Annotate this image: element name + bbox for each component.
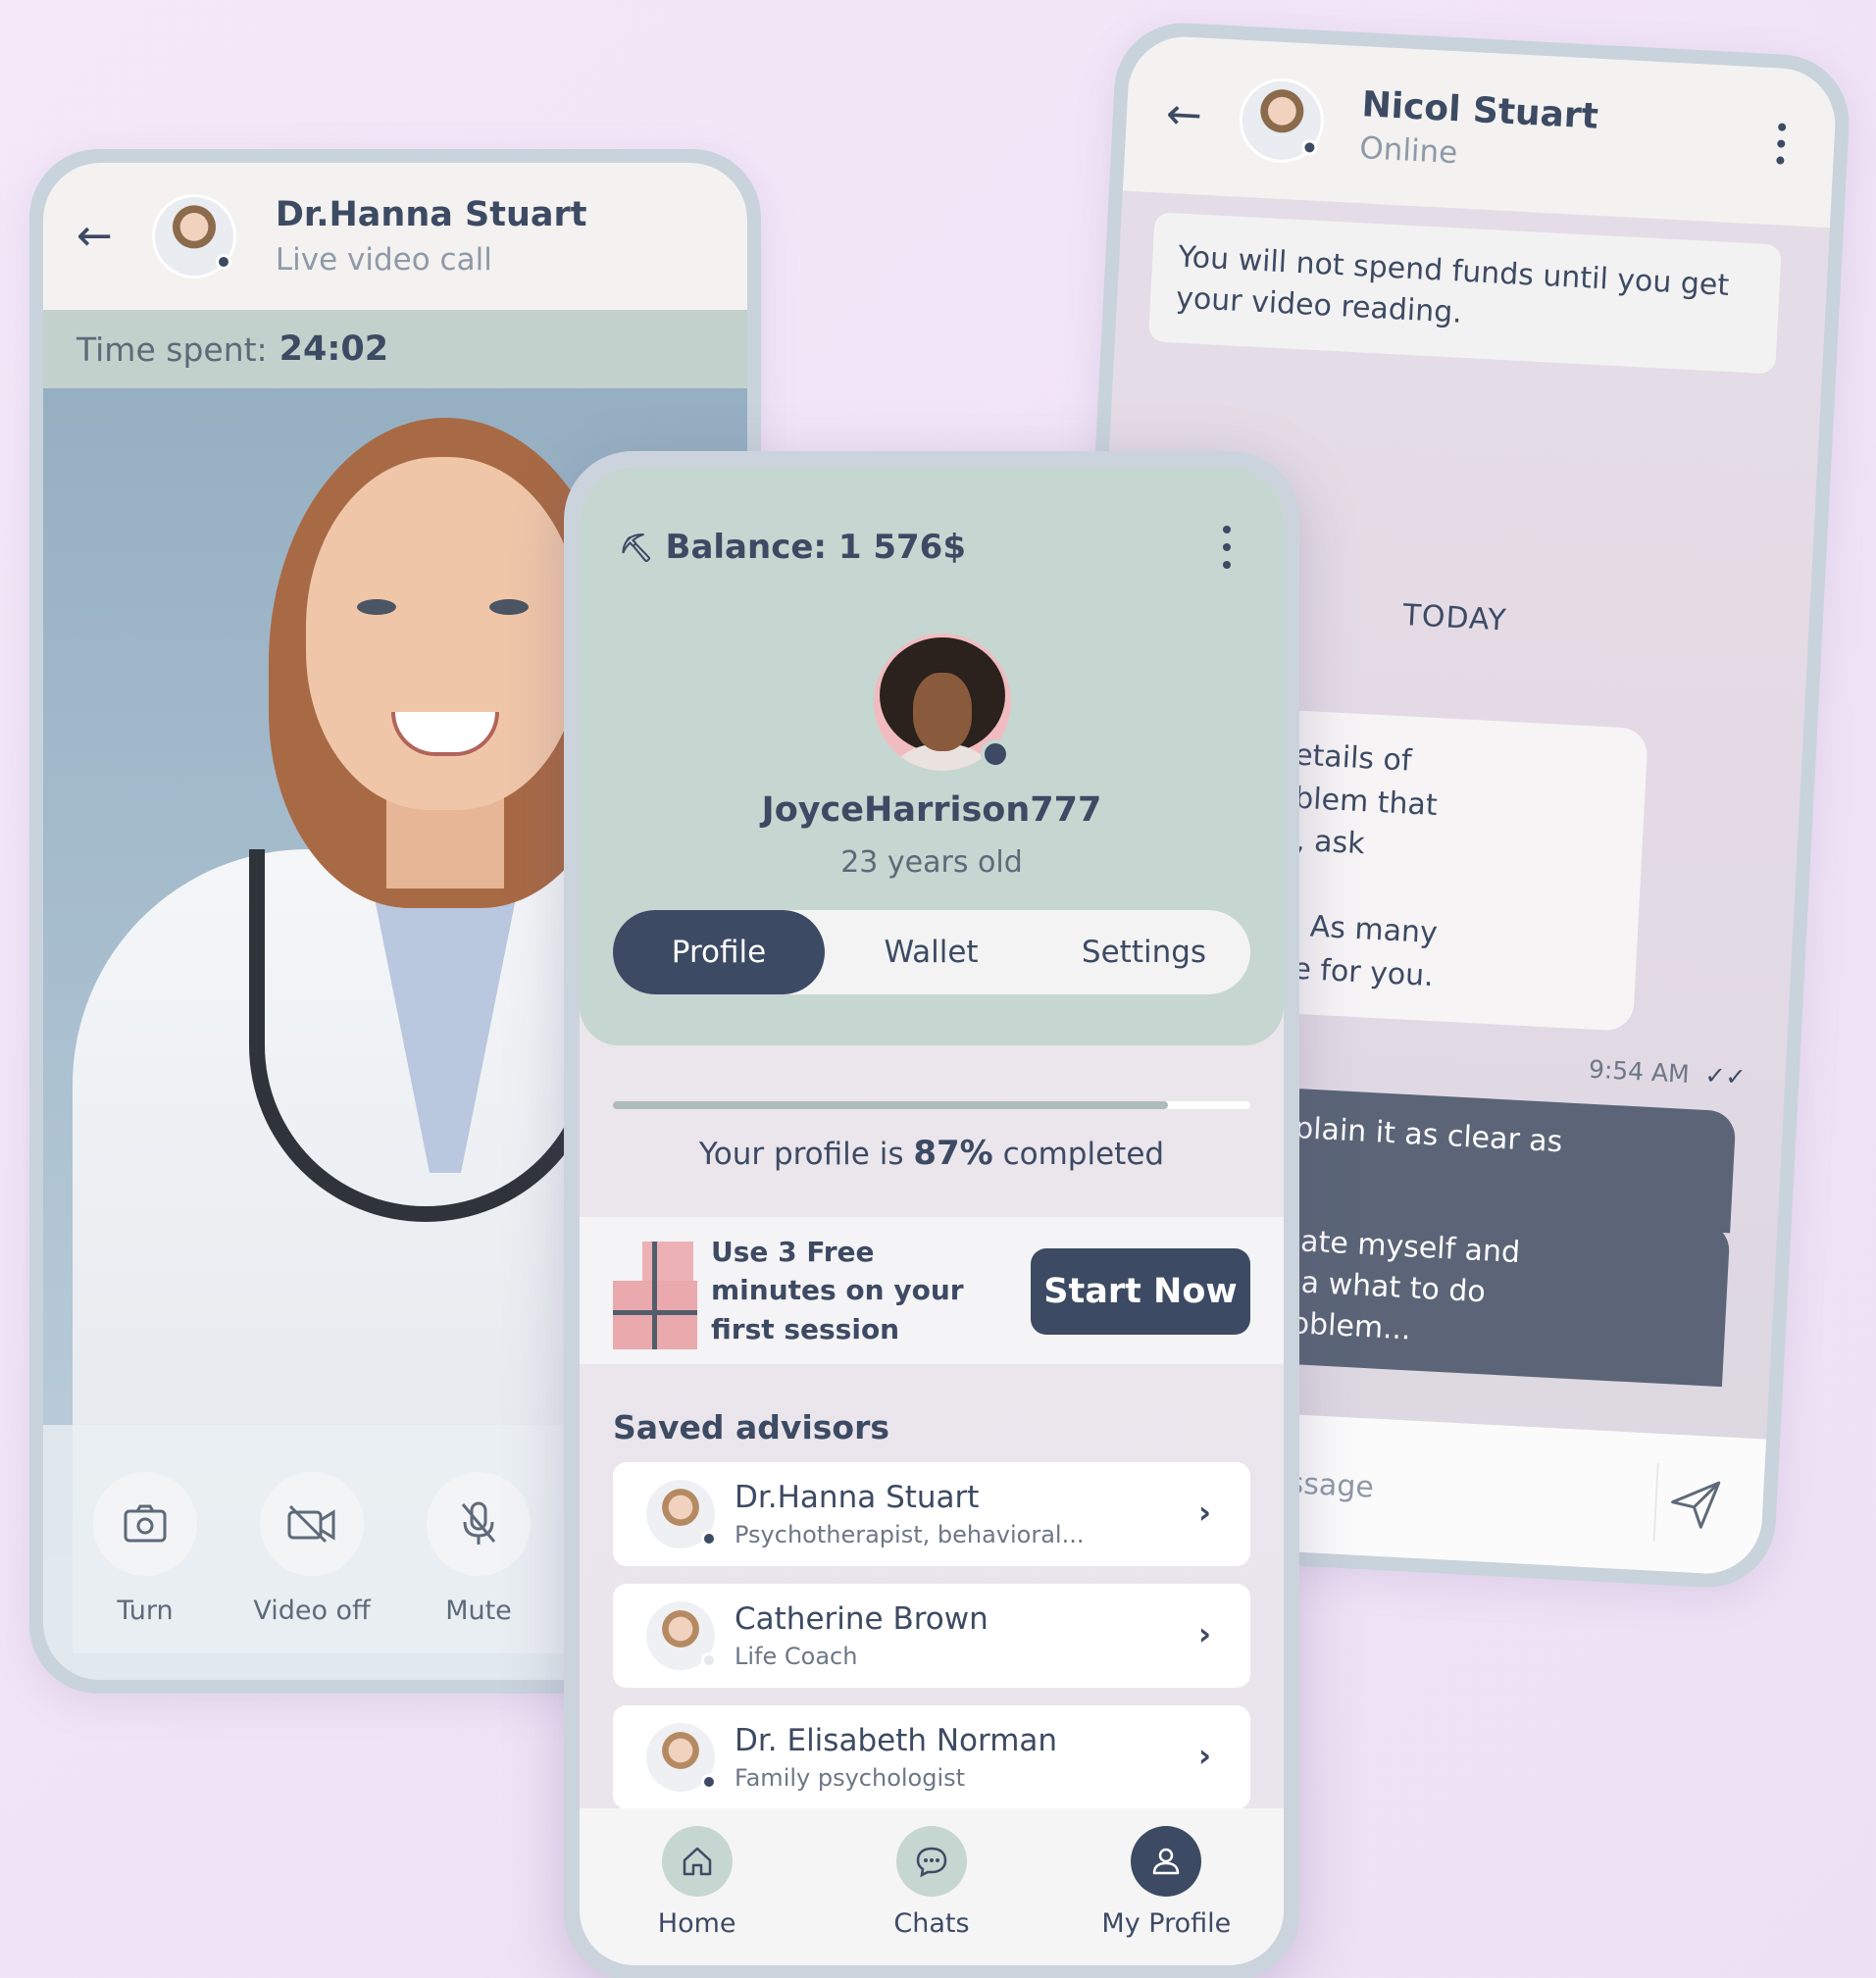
nav-my-profile[interactable]: My Profile xyxy=(1088,1826,1244,1965)
bottom-navigation: Home Chats My Profile xyxy=(580,1808,1284,1965)
tab-settings[interactable]: Settings xyxy=(1038,910,1250,994)
profile-completion-text: Your profile is 87% completed xyxy=(580,1134,1284,1173)
advisor-name: Dr. Elisabeth Norman xyxy=(735,1723,1058,1758)
contact-name: Nicol Stuart xyxy=(1360,83,1599,137)
turn-label: Turn xyxy=(117,1596,174,1626)
avatar xyxy=(646,1480,717,1548)
offline-status-dot xyxy=(701,1652,717,1668)
chat-header: ← Nicol Stuart Online xyxy=(1122,33,1839,228)
more-options-icon[interactable] xyxy=(1223,526,1231,569)
completion-prefix: Your profile is xyxy=(698,1137,904,1172)
send-icon[interactable] xyxy=(1652,1462,1736,1546)
contact-status: Online xyxy=(1358,129,1459,171)
video-off-icon[interactable] xyxy=(260,1472,364,1576)
chevron-right-icon[interactable]: › xyxy=(1198,1494,1211,1531)
timestamp-text: 9:54 AM xyxy=(1588,1054,1691,1089)
mute-label: Mute xyxy=(445,1596,512,1626)
message-timestamp: 9:54 AM ✓✓ xyxy=(1588,1055,1747,1091)
back-arrow-icon[interactable]: ← xyxy=(76,215,113,258)
chat-bubble-icon[interactable] xyxy=(895,1826,967,1897)
online-status-dot xyxy=(701,1531,717,1547)
call-status: Live video call xyxy=(275,242,492,278)
promo-text: Use 3 Free minutes on your first session xyxy=(711,1236,964,1345)
advisor-name: Catherine Brown xyxy=(735,1601,989,1637)
online-status-dot xyxy=(701,1774,717,1790)
time-spent-value: 24:02 xyxy=(279,330,389,369)
user-icon[interactable] xyxy=(1131,1826,1202,1897)
doctor-eye xyxy=(357,599,396,615)
tab-wallet[interactable]: Wallet xyxy=(825,910,1038,994)
double-check-icon: ✓✓ xyxy=(1703,1060,1748,1091)
nav-my-profile-label: My Profile xyxy=(1101,1908,1232,1939)
start-now-button[interactable]: Start Now xyxy=(1031,1248,1250,1335)
nav-chats-label: Chats xyxy=(893,1908,970,1939)
progress-fill xyxy=(613,1101,1168,1109)
video-call-header: ← Dr.Hanna Stuart Live video call xyxy=(43,163,747,310)
completion-value: 87% xyxy=(913,1134,993,1173)
online-status-dot xyxy=(1300,138,1318,156)
avatar xyxy=(151,194,236,279)
time-spent-label: Time spent: xyxy=(76,330,268,369)
doctor-face xyxy=(306,457,581,810)
free-minutes-promo: Use 3 Free minutes on your first session… xyxy=(580,1217,1284,1364)
time-spent-bar: Time spent: 24:02 xyxy=(43,310,747,388)
doctor-eye xyxy=(489,599,529,615)
doctor-name: Dr.Hanna Stuart xyxy=(275,195,587,234)
username: JoyceHarrison777 xyxy=(761,790,1102,830)
camera-rotate-icon[interactable] xyxy=(93,1472,197,1576)
online-status-dot xyxy=(981,739,1010,769)
gift-icon xyxy=(613,1232,697,1349)
home-icon[interactable] xyxy=(661,1826,733,1897)
profile-phone: ⛏ Balance: 1 576$ JoyceHarrison777 23 ye… xyxy=(564,451,1299,1978)
nav-home[interactable]: Home xyxy=(619,1826,776,1965)
advisor-role: Life Coach xyxy=(735,1643,858,1670)
completion-suffix: completed xyxy=(1002,1137,1165,1172)
avatar xyxy=(646,1601,717,1670)
profile-tabs: Profile Wallet Settings xyxy=(613,910,1250,994)
profile-screen: ⛏ Balance: 1 576$ JoyceHarrison777 23 ye… xyxy=(580,467,1284,1965)
coins-icon: ⛏ xyxy=(619,531,654,564)
turn-camera-control[interactable]: Turn xyxy=(92,1472,198,1680)
profile-progress-bar xyxy=(613,1101,1250,1109)
balance: ⛏ Balance: 1 576$ xyxy=(619,528,966,567)
mic-off-icon[interactable] xyxy=(427,1472,531,1576)
more-options-icon[interactable] xyxy=(1776,123,1787,165)
nav-home-label: Home xyxy=(657,1908,736,1939)
user-age: 23 years old xyxy=(840,845,1023,880)
advisor-card[interactable]: Dr.Hanna Stuart Psychotherapist, behavio… xyxy=(613,1462,1250,1566)
tab-profile[interactable]: Profile xyxy=(613,910,825,994)
nav-chats[interactable]: Chats xyxy=(853,1826,1010,1965)
chevron-right-icon[interactable]: › xyxy=(1198,1615,1211,1652)
funds-notice: You will not spend funds until you get y… xyxy=(1147,212,1782,375)
advisor-card[interactable]: Catherine Brown Life Coach › xyxy=(613,1584,1250,1688)
online-status-dot xyxy=(215,254,231,270)
advisor-name: Dr.Hanna Stuart xyxy=(735,1480,980,1515)
back-arrow-icon[interactable]: ← xyxy=(1165,89,1203,141)
stethoscope xyxy=(249,849,602,1222)
advisor-role: Family psychologist xyxy=(735,1764,966,1792)
balance-label: Balance: 1 576$ xyxy=(665,528,966,567)
video-off-control[interactable]: Video off xyxy=(253,1472,371,1680)
advisor-card[interactable]: Dr. Elisabeth Norman Family psychologist… xyxy=(613,1705,1250,1809)
profile-header: ⛏ Balance: 1 576$ JoyceHarrison777 23 ye… xyxy=(580,467,1284,1045)
avatar xyxy=(646,1723,717,1792)
chevron-right-icon[interactable]: › xyxy=(1198,1737,1211,1774)
mute-control[interactable]: Mute xyxy=(426,1472,532,1680)
video-off-label: Video off xyxy=(253,1596,371,1626)
advisor-role: Psychotherapist, behavioral... xyxy=(735,1521,1085,1548)
saved-advisors-title: Saved advisors xyxy=(613,1408,889,1446)
avatar xyxy=(1237,76,1326,166)
